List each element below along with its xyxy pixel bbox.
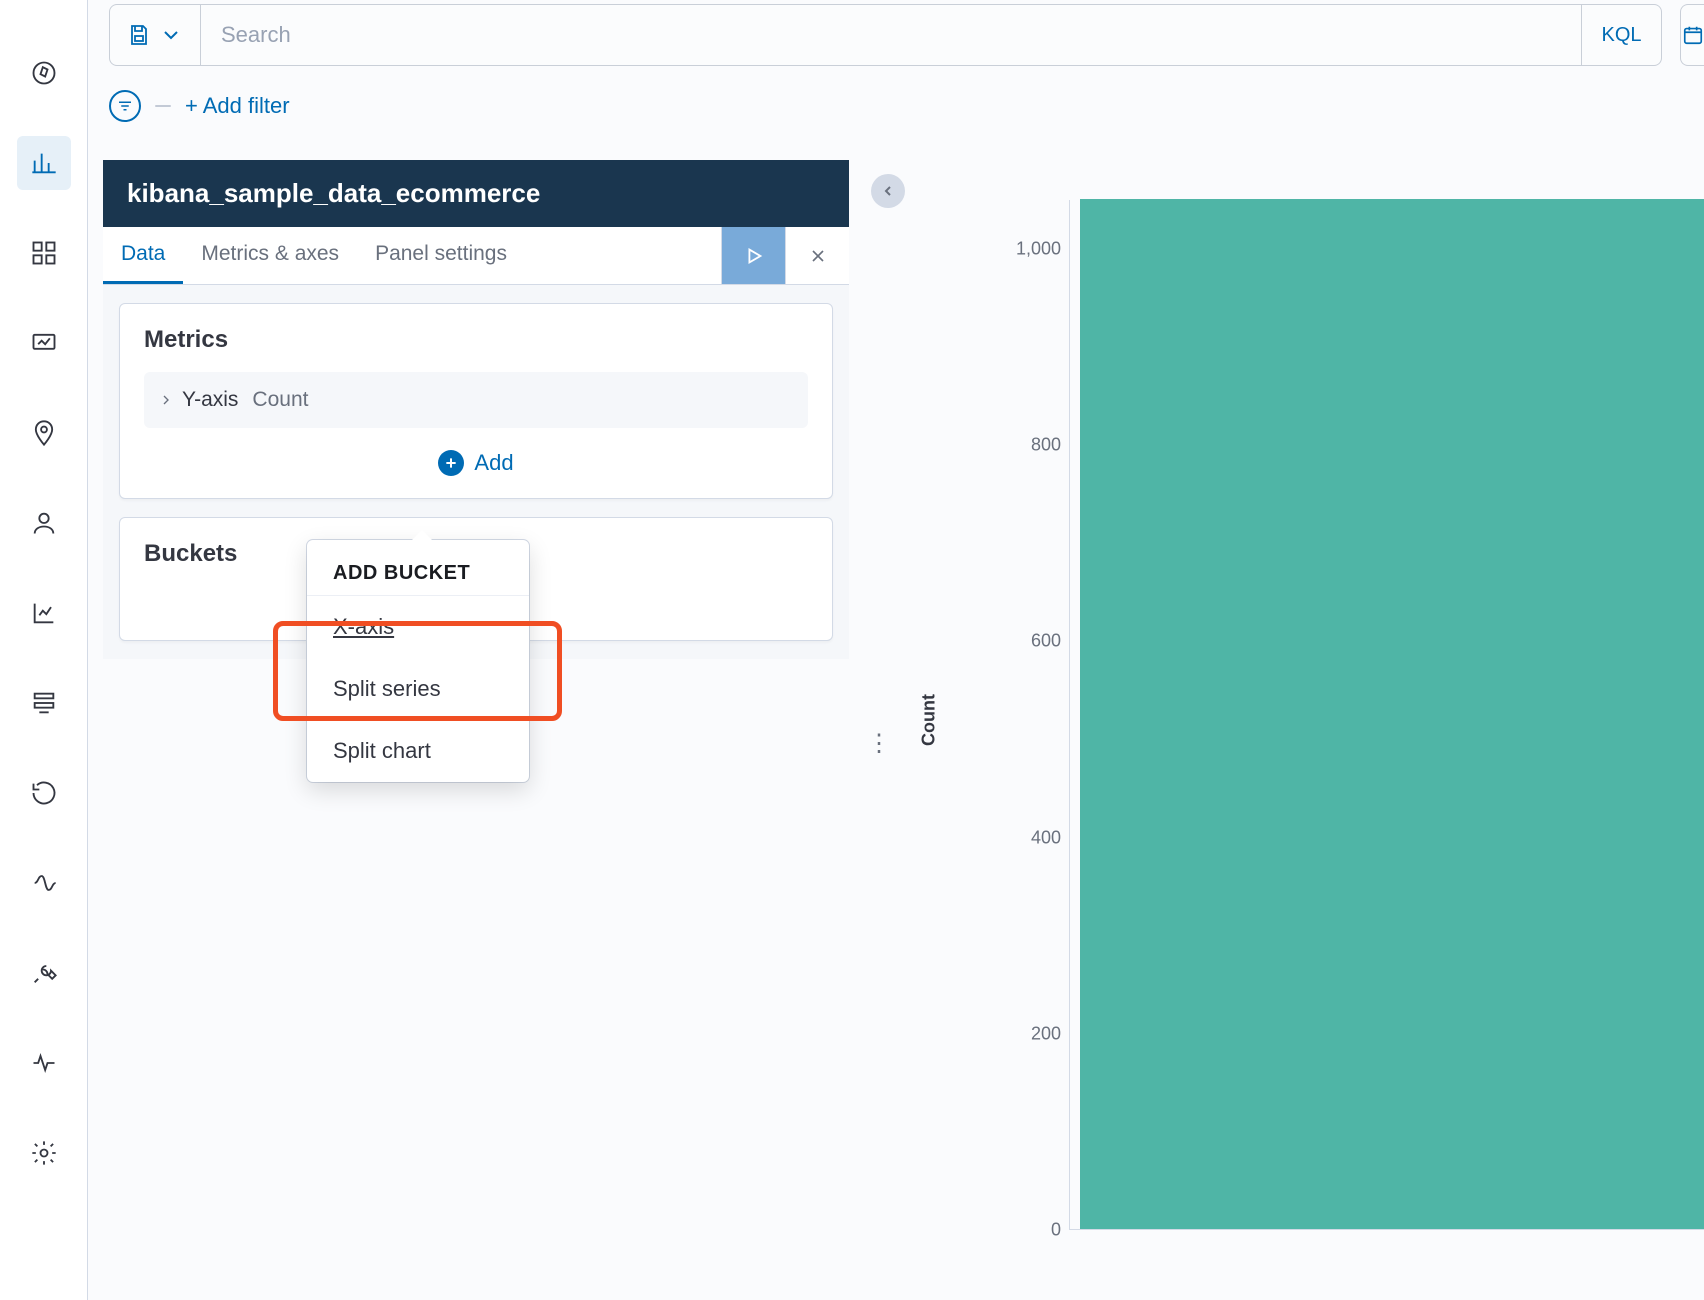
metrics-section: Metrics Y-axis Count Add [119, 303, 833, 499]
nav-canvas-icon[interactable] [17, 316, 71, 370]
chevron-right-icon [158, 392, 174, 408]
add-metric-button[interactable]: Add [144, 450, 808, 476]
plot-area [1069, 200, 1704, 1230]
visualization-chart: Count 02004006008001,000 [929, 200, 1704, 1240]
play-icon [743, 245, 765, 267]
filter-separator [155, 105, 171, 107]
tab-panel-settings[interactable]: Panel settings [357, 227, 525, 284]
bucket-option-split-series[interactable]: Split series [307, 658, 529, 720]
nav-monitoring-icon[interactable] [17, 1036, 71, 1090]
chevron-left-icon [880, 183, 896, 199]
add-bucket-popover: ADD BUCKET X-axis Split series Split cha… [307, 540, 529, 782]
y-tick: 0 [981, 1220, 1061, 1241]
query-bar: KQL [109, 4, 1704, 66]
bucket-option-split-chart[interactable]: Split chart [307, 720, 529, 782]
close-icon [808, 246, 828, 266]
panel-options-button[interactable]: ⋮ [867, 740, 891, 748]
kql-toggle-button[interactable]: KQL [1582, 4, 1662, 66]
y-axis: 02004006008001,000 [971, 200, 1061, 1230]
nav-metrics-icon[interactable] [17, 586, 71, 640]
add-filter-button[interactable]: + Add filter [185, 93, 290, 119]
apply-changes-button[interactable] [721, 227, 785, 284]
nav-dashboard-icon[interactable] [17, 226, 71, 280]
add-metric-label: Add [474, 450, 513, 476]
nav-apm-icon[interactable] [17, 856, 71, 910]
nav-uptime-icon[interactable] [17, 766, 71, 820]
editor-tabs: Data Metrics & axes Panel settings [103, 227, 849, 285]
filter-options-button[interactable] [109, 90, 141, 122]
nav-maps-icon[interactable] [17, 406, 71, 460]
index-pattern-title[interactable]: kibana_sample_data_ecommerce [103, 160, 849, 227]
calendar-icon [1682, 24, 1704, 46]
side-nav-rail [0, 0, 88, 1300]
filter-bar: + Add filter [109, 90, 290, 122]
y-tick: 800 [981, 435, 1061, 456]
y-axis-label: Count [919, 694, 940, 746]
nav-visualize-icon[interactable] [17, 136, 71, 190]
y-tick: 400 [981, 827, 1061, 848]
nav-logs-icon[interactable] [17, 676, 71, 730]
nav-ml-icon[interactable] [17, 496, 71, 550]
plus-circle-icon [438, 450, 464, 476]
filter-icon [116, 97, 134, 115]
search-input[interactable] [201, 4, 1582, 66]
nav-discover-icon[interactable] [17, 46, 71, 100]
metric-y-axis-row[interactable]: Y-axis Count [144, 372, 808, 428]
discard-changes-button[interactable] [785, 227, 849, 284]
saved-query-menu-button[interactable] [109, 4, 201, 66]
nav-devtools-icon[interactable] [17, 946, 71, 1000]
metrics-title: Metrics [144, 326, 808, 354]
popover-title: ADD BUCKET [307, 540, 529, 596]
nav-management-icon[interactable] [17, 1126, 71, 1180]
y-tick: 200 [981, 1023, 1061, 1044]
bucket-option-x-axis[interactable]: X-axis [307, 596, 529, 658]
date-picker-button[interactable] [1680, 4, 1704, 66]
chevron-down-icon [159, 23, 183, 47]
save-icon [127, 23, 151, 47]
tab-metrics-axes[interactable]: Metrics & axes [183, 227, 357, 284]
collapse-sidebar-button[interactable] [871, 174, 905, 208]
y-tick: 1,000 [981, 239, 1061, 260]
tab-data[interactable]: Data [103, 227, 183, 284]
metric-y-axis-label: Y-axis [182, 388, 238, 412]
chart-bar [1080, 199, 1704, 1229]
metric-y-axis-agg: Count [252, 388, 308, 412]
y-tick: 600 [981, 631, 1061, 652]
